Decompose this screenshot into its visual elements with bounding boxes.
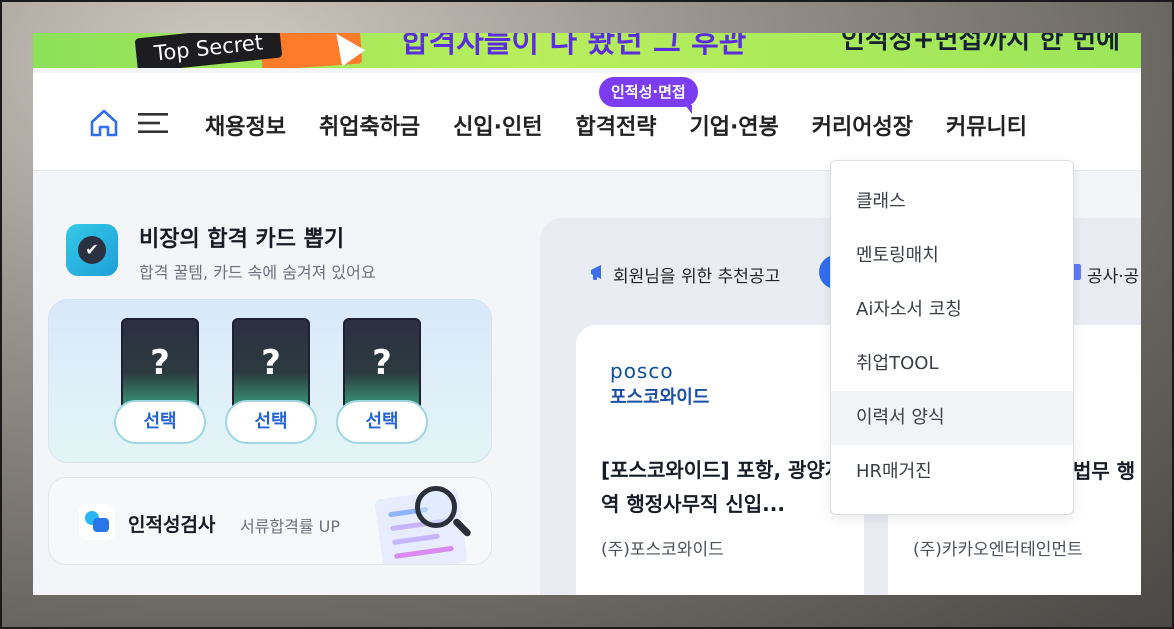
promo-title: 비장의 합격 카드 뽑기 [139,227,345,252]
nav-item-bonus[interactable]: 취업축하금 [319,109,420,141]
job-company: (주)포스코와이드 [601,540,724,560]
nav-item-intern[interactable]: 신입·인턴 [453,109,542,141]
aptitude-subtitle: 서류합격률 UP [240,517,341,536]
job-title[interactable]: [포스코와이드] 포항, 광양지역 행정사무직 신입... [601,453,846,521]
recommend-label[interactable]: 회원님을 위한 추천공고 [613,262,780,287]
page: Top Secret 합격자들이 다 봤던 그 후관 인적성+면접까지 한 번에… [33,33,1141,595]
nav-item-career[interactable]: 커리어성장 [812,109,913,141]
mystery-card[interactable]: ? [232,318,310,410]
mystery-card[interactable]: ? [121,318,199,410]
megaphone-icon [591,265,601,280]
menu-item-hr-magazine[interactable]: HR매거진 [831,445,1073,499]
public-company-tab[interactable]: 공사·공 [1087,262,1139,287]
card-draw-panel: ? ? ? 선택 선택 선택 [48,299,492,463]
select-card-button[interactable]: 선택 [336,400,428,444]
company-logo-sub: 포스코와이드 [610,387,710,408]
select-card-button[interactable]: 선택 [114,400,206,444]
mystery-card[interactable]: ? [343,318,421,410]
nav-item-company[interactable]: 기업·연봉 [689,109,778,141]
banner-headline: 합격자들이 다 봤던 그 후관 [401,33,747,60]
promo-subtitle: 합격 꿀템, 카드 속에 숨겨져 있어요 [139,263,376,282]
nav-item-strategy[interactable]: 합격전략 [576,109,657,141]
select-card-button[interactable]: 선택 [225,400,317,444]
nav-item-jobs[interactable]: 채용정보 [205,109,286,141]
aptitude-icon [79,504,115,540]
career-dropdown-menu: 클래스 멘토링매치 Ai자소서 코칭 취업TOOL 이력서 양식 HR매거진 [830,160,1074,515]
top-secret-badge: Top Secret [134,33,283,68]
menu-item-tools[interactable]: 취업TOOL [831,337,1073,391]
aptitude-test-banner[interactable]: 인적성검사 서류합격률 UP [48,477,492,565]
card-draw-icon: ✔ [66,224,118,276]
main-nav: 채용정보 취업축하금 신입·인턴 합격전략 기업·연봉 커리어성장 커뮤니티 [205,109,1060,141]
magnifier-icon [415,486,457,528]
top-banner[interactable]: Top Secret 합격자들이 다 봤던 그 후관 인적성+면접까지 한 번에 [33,33,1141,68]
aptitude-title: 인적성검사 [128,514,216,536]
nav-item-community[interactable]: 커뮤니티 [946,109,1027,141]
nav-strategy-badge[interactable]: 인적성·면접 [599,77,698,114]
job-company: (주)카카오엔터테인먼트 [913,540,1083,560]
menu-item-ai-coaching[interactable]: Ai자소서 코칭 [831,283,1073,337]
hamburger-menu-icon[interactable] [137,111,169,135]
company-logo: posco [610,359,674,383]
menu-item-mentoring[interactable]: 멘토링매치 [831,229,1073,283]
menu-item-resume-template[interactable]: 이력서 양식 [831,391,1073,445]
home-icon[interactable] [88,107,120,139]
job-title[interactable]: 법무 행 [1073,455,1135,484]
menu-item-class[interactable]: 클래스 [831,175,1073,229]
main-header: 채용정보 취업축하금 신입·인턴 합격전략 기업·연봉 커리어성장 커뮤니티 인… [33,73,1141,171]
banner-subline: 인적성+면접까지 한 번에 [841,33,1121,55]
